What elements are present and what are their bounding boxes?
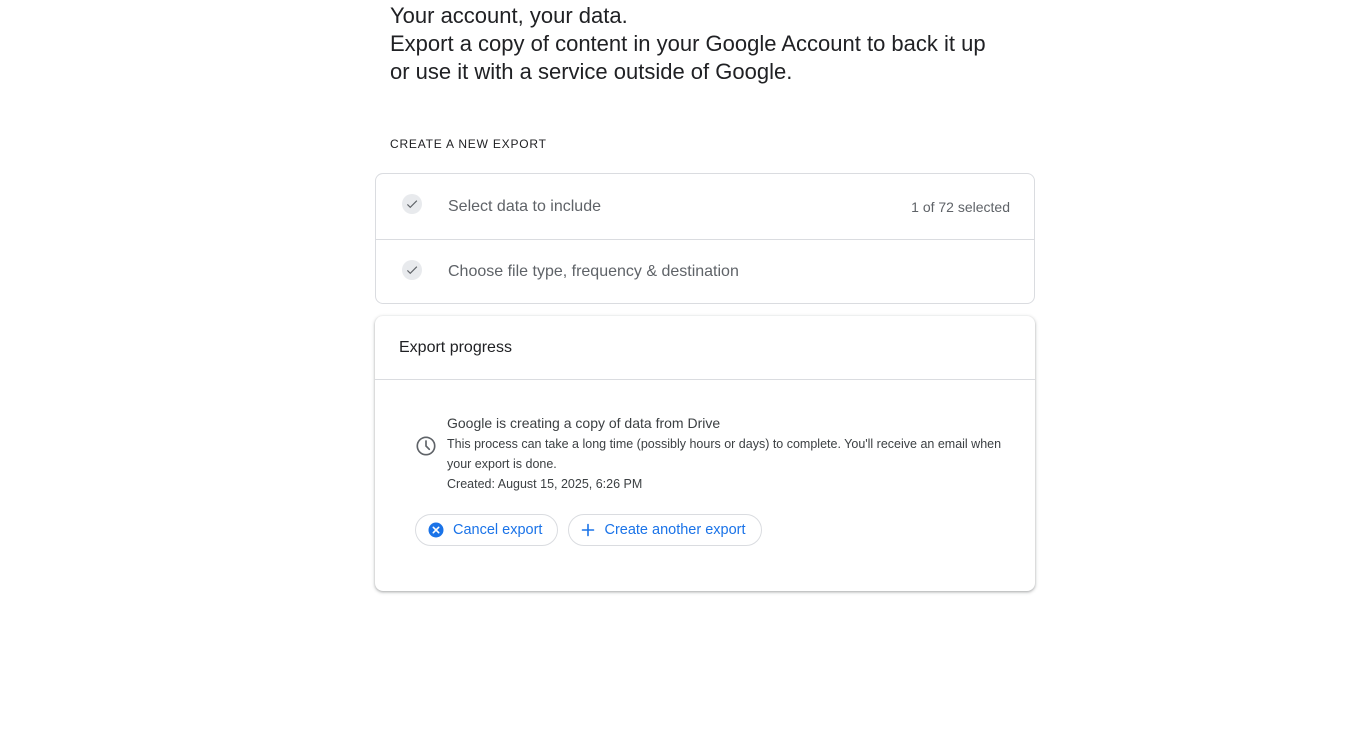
selected-count: 1 of 72 selected [911,198,1010,215]
progress-header: Export progress [375,316,1035,380]
export-progress-card: Export progress Google is creating a cop… [375,316,1035,591]
page-description-line-1: Export a copy of content in your Google … [390,31,986,56]
export-actions: Cancel export Create another export [415,514,762,546]
plus-icon [581,523,595,537]
page-title: Your account, your data. [390,3,628,28]
cancel-export-label: Cancel export [453,522,543,538]
progress-description: This process can take a long time (possi… [447,437,1002,471]
export-steps-card: Select data to include 1 of 72 selected … [375,173,1035,304]
page-description-line-2: or use it with a service outside of Goog… [390,59,793,84]
step-file-type[interactable]: Choose file type, frequency & destinatio… [376,239,1034,304]
step-select-data[interactable]: Select data to include 1 of 72 selected [376,174,1034,239]
create-another-export-label: Create another export [604,522,746,538]
cancel-icon [428,522,444,538]
cancel-export-button[interactable]: Cancel export [415,514,559,546]
progress-details: Google is creating a copy of data from D… [447,414,1007,494]
create-another-export-button[interactable]: Create another export [568,514,762,546]
page-intro: Your account, your data. Export a copy o… [390,2,1030,86]
check-icon [402,260,422,280]
section-heading: CREATE A NEW EXPORT [390,137,547,151]
takeout-page: Your account, your data. Export a copy o… [0,0,1357,745]
clock-icon [415,435,437,457]
progress-title: Google is creating a copy of data from D… [447,415,721,431]
step-label: Select data to include [448,197,601,215]
created-timestamp: Created: August 15, 2025, 6:26 PM [447,477,643,491]
step-label: Choose file type, frequency & destinatio… [448,263,739,280]
check-icon [402,194,422,214]
